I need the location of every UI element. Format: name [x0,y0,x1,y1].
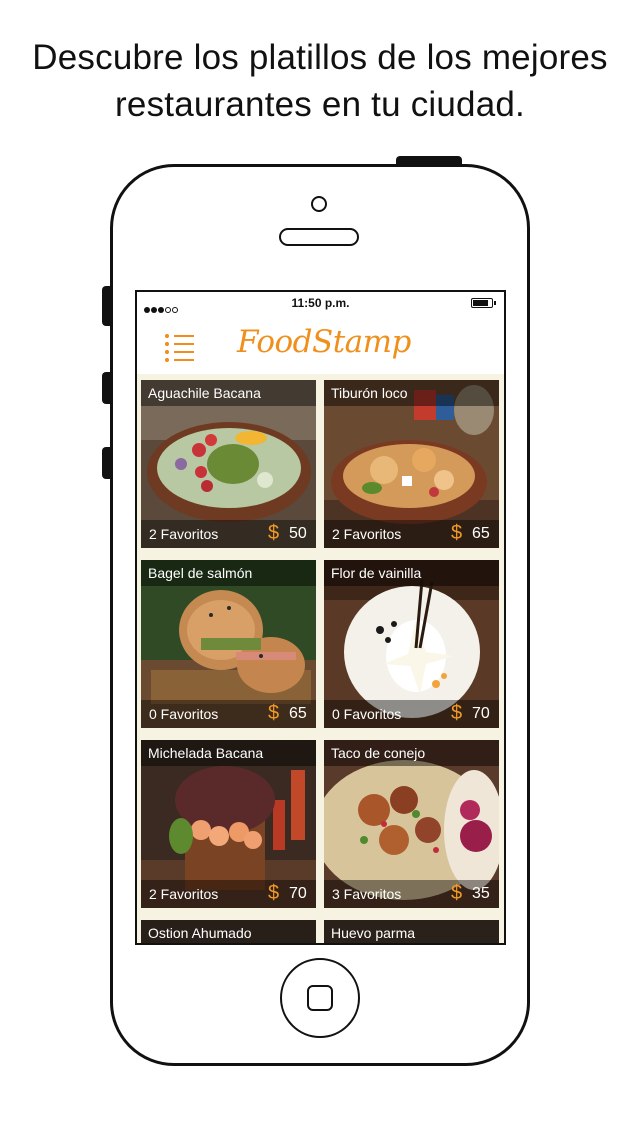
currency-symbol: $ [451,882,463,904]
dish-footer: 2 Favoritos $ 50 [141,520,316,548]
dish-card[interactable]: Tiburón loco 2 Favoritos $ 65 [324,380,499,548]
dish-card[interactable]: Taco de conejo 3 Favoritos $ 35 [324,740,499,908]
app-screen: 11:50 p.m. FoodStamp Aguachile Bacana 2 … [135,290,506,945]
battery-icon [471,298,496,308]
favorites-count: 2 Favoritos [332,526,402,542]
favorites-count: 2 Favoritos [149,526,219,542]
dish-name: Taco de conejo [324,740,499,766]
dish-name: Michelada Bacana [141,740,316,766]
nav-bar: FoodStamp [137,316,504,374]
currency-symbol: $ [268,522,280,544]
favorites-count: 0 Favoritos [332,706,402,722]
dish-card[interactable]: Bagel de salmón 0 Favoritos $ 65 [141,560,316,728]
dish-card[interactable]: Huevo parma [324,920,499,943]
dish-price: 65 [289,705,307,722]
headline: Descubre los platillos de los mejores re… [0,34,640,128]
headline-line-1: Descubre los platillos de los mejores [32,38,608,77]
favorites-count: 2 Favoritos [149,886,219,902]
dish-footer: 0 Favoritos $ 65 [141,700,316,728]
dish-price: 70 [289,885,307,902]
dish-price: 35 [472,885,490,902]
dish-footer: 2 Favoritos $ 65 [324,520,499,548]
home-button-icon [307,985,333,1011]
dish-name: Aguachile Bacana [141,380,316,406]
dish-card[interactable]: Ostion Ahumado [141,920,316,943]
favorites-count: 0 Favoritos [149,706,219,722]
list-menu-icon[interactable] [165,332,195,362]
dish-name: Huevo parma [324,920,499,943]
dish-name: Ostion Ahumado [141,920,316,943]
status-bar: 11:50 p.m. [137,292,504,316]
dish-footer: 2 Favoritos $ 70 [141,880,316,908]
dish-card[interactable]: Michelada Bacana 2 Favoritos $ 70 [141,740,316,908]
favorites-count: 3 Favoritos [332,886,402,902]
dish-footer: 0 Favoritos $ 70 [324,700,499,728]
dish-name: Flor de vainilla [324,560,499,586]
status-time: 11:50 p.m. [291,296,350,310]
phone-camera [311,196,327,212]
currency-symbol: $ [451,702,463,724]
dish-footer: 3 Favoritos $ 35 [324,880,499,908]
currency-symbol: $ [451,522,463,544]
dish-name: Bagel de salmón [141,560,316,586]
phone-speaker [279,228,359,246]
headline-line-2: restaurantes en tu ciudad. [115,85,525,124]
currency-symbol: $ [268,702,280,724]
currency-symbol: $ [268,882,280,904]
dish-card[interactable]: Flor de vainilla 0 Favoritos $ 70 [324,560,499,728]
dish-name: Tiburón loco [324,380,499,406]
dish-price: 70 [472,705,490,722]
dish-price: 65 [472,525,490,542]
dish-card[interactable]: Aguachile Bacana 2 Favoritos $ 50 [141,380,316,548]
app-logo: FoodStamp [237,324,411,360]
dish-price: 50 [289,525,307,542]
